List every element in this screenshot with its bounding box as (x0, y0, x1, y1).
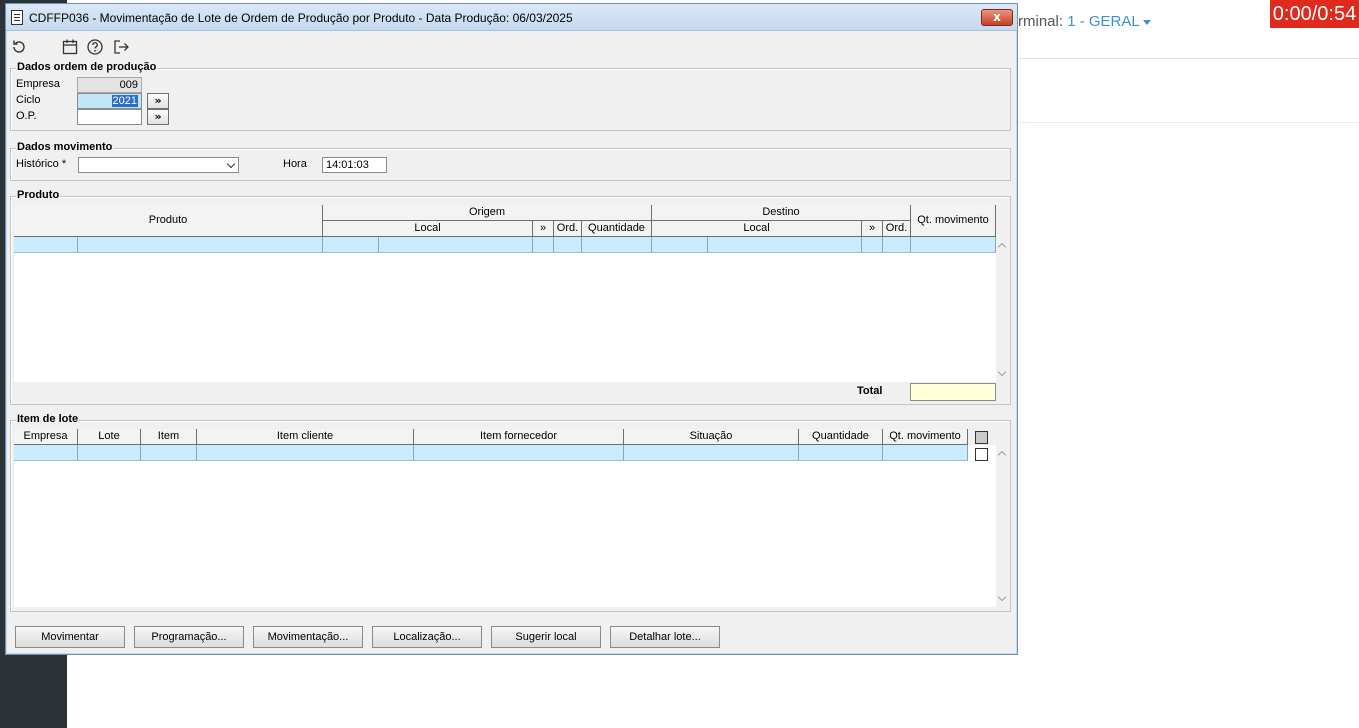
table-cell[interactable] (323, 237, 379, 253)
scroll-down-icon[interactable] (997, 592, 1007, 602)
subheader-divider (1016, 122, 1359, 123)
produto-grid-body[interactable] (14, 237, 996, 382)
header-divider (1016, 58, 1359, 59)
op-label: O.P. (16, 110, 37, 122)
group-dados-ordem: Dados ordem de produção Empresa 009 Cicl… (10, 61, 1011, 131)
table-cell[interactable] (379, 237, 533, 253)
header-quantidade[interactable]: Quantidade (799, 429, 883, 445)
caret-down-icon (1142, 19, 1151, 25)
hora-label: Hora (283, 158, 307, 170)
header-origem-ord[interactable]: Ord. (554, 221, 582, 237)
terminal-value: 1 - GERAL (1067, 13, 1140, 30)
localizacao-button[interactable]: Localização... (372, 626, 482, 648)
ciclo-lookup-button[interactable]: » (147, 93, 169, 109)
table-cell[interactable] (799, 445, 883, 461)
header-item-cliente[interactable]: Item cliente (197, 429, 414, 445)
header-destino-local[interactable]: Local (652, 221, 862, 237)
hora-field[interactable]: 14:01:03 (322, 157, 387, 173)
header-lote[interactable]: Lote (78, 429, 141, 445)
header-destino-more[interactable]: » (862, 221, 883, 237)
row-checkbox[interactable] (975, 448, 988, 461)
programacao-button[interactable]: Programação... (134, 626, 244, 648)
dialog-window: CDFFP036 - Movimentação de Lote de Ordem… (5, 3, 1018, 655)
table-cell[interactable] (554, 237, 582, 253)
recording-timer: 0:00/0:54 (1270, 0, 1359, 28)
total-value (910, 383, 996, 401)
close-button[interactable]: x (981, 9, 1013, 26)
header-origem: Origem (323, 205, 652, 221)
header-situacao[interactable]: Situação (624, 429, 799, 445)
header-qt-movimento[interactable]: Qt. movimento (911, 205, 996, 237)
empresa-field: 009 (77, 77, 142, 93)
scroll-down-icon[interactable] (997, 367, 1007, 377)
group-title: Dados movimento (16, 141, 114, 153)
header-empresa[interactable]: Empresa (14, 429, 78, 445)
table-cell[interactable] (652, 237, 708, 253)
calendar-icon[interactable] (61, 38, 79, 56)
document-icon (11, 10, 23, 25)
table-cell[interactable] (883, 445, 968, 461)
group-title: Produto (16, 189, 61, 201)
empresa-label: Empresa (16, 78, 61, 90)
table-cell[interactable] (883, 237, 911, 253)
produto-scrollbar[interactable] (996, 237, 1010, 382)
scroll-up-icon[interactable] (997, 450, 1007, 460)
group-item-lote: Item de lote Empresa Lote Item Item clie… (10, 413, 1011, 612)
refresh-icon[interactable] (10, 38, 28, 56)
chevron-down-icon (226, 159, 236, 169)
table-cell[interactable] (141, 445, 197, 461)
header-destino: Destino (652, 205, 911, 221)
table-cell[interactable] (708, 237, 862, 253)
op-field[interactable] (77, 109, 142, 125)
table-cell[interactable] (197, 445, 414, 461)
movimentar-button[interactable]: Movimentar (15, 626, 125, 648)
table-cell[interactable] (78, 237, 323, 253)
header-origem-quantidade[interactable]: Quantidade (582, 221, 652, 237)
header-item[interactable]: Item (141, 429, 197, 445)
total-label: Total (857, 385, 883, 397)
table-cell[interactable] (78, 445, 141, 461)
help-icon[interactable] (86, 38, 104, 56)
terminal-label: rminal: (1018, 13, 1064, 30)
ciclo-field[interactable]: 2021 (77, 93, 142, 109)
header-item-fornecedor[interactable]: Item fornecedor (414, 429, 624, 445)
table-cell[interactable] (911, 237, 996, 253)
item-lote-scrollbar[interactable] (996, 445, 1010, 607)
item-lote-grid-body[interactable] (14, 445, 996, 607)
header-origem-local[interactable]: Local (323, 221, 533, 237)
table-cell[interactable] (862, 237, 883, 253)
sugerir-local-button[interactable]: Sugerir local (491, 626, 601, 648)
select-all-checkbox[interactable] (975, 431, 988, 444)
title-bar[interactable]: CDFFP036 - Movimentação de Lote de Ordem… (6, 4, 1017, 31)
header-qt-movimento[interactable]: Qt. movimento (883, 429, 968, 445)
op-lookup-button[interactable]: » (147, 109, 169, 125)
table-cell[interactable] (582, 237, 652, 253)
exit-icon[interactable] (112, 38, 130, 56)
table-cell[interactable] (14, 237, 78, 253)
group-title: Dados ordem de produção (16, 61, 158, 73)
historico-label: Histórico * (16, 158, 67, 170)
window-title: CDFFP036 - Movimentação de Lote de Ordem… (29, 11, 573, 25)
ciclo-value: 2021 (111, 95, 138, 107)
header-origem-more[interactable]: » (533, 221, 554, 237)
group-produto: Produto Produto Origem Destino Qt. movim… (10, 189, 1011, 405)
table-cell[interactable] (533, 237, 554, 253)
table-cell[interactable] (624, 445, 799, 461)
terminal-selector[interactable]: rminal: 1 - GERAL (1018, 13, 1151, 30)
historico-select[interactable] (78, 157, 239, 173)
movimentacao-button[interactable]: Movimentação... (253, 626, 363, 648)
header-destino-ord[interactable]: Ord. (883, 221, 911, 237)
ciclo-label: Ciclo (16, 94, 41, 106)
table-cell[interactable] (14, 445, 78, 461)
group-dados-movimento: Dados movimento Histórico * Hora 14:01:0… (10, 141, 1011, 181)
detalhar-lote-button[interactable]: Detalhar lote... (610, 626, 720, 648)
table-cell[interactable] (414, 445, 624, 461)
group-title: Item de lote (16, 413, 80, 425)
header-produto[interactable]: Produto (14, 205, 323, 237)
scroll-up-icon[interactable] (997, 242, 1007, 252)
